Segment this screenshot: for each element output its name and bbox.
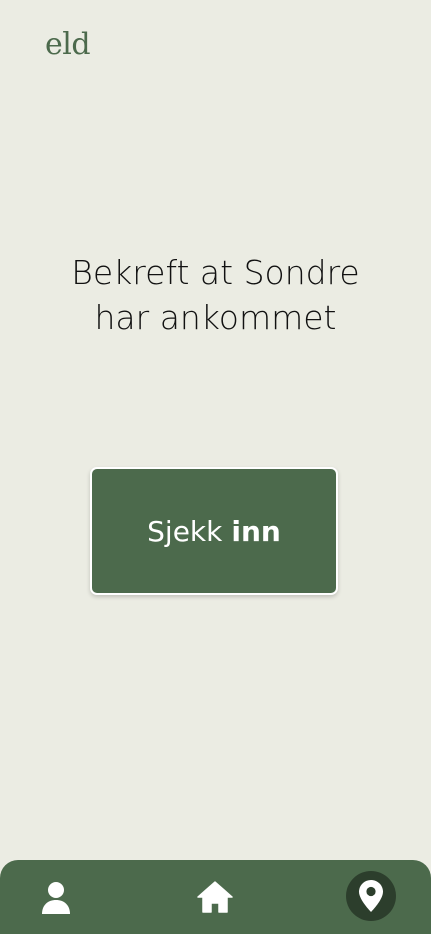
person-icon [42, 882, 70, 914]
bottom-navigation [0, 860, 431, 934]
location-pin-icon [359, 880, 383, 912]
headline-line-2: har ankommet [94, 298, 337, 337]
home-icon [197, 881, 233, 913]
check-in-button[interactable]: Sjekk inn [90, 467, 338, 595]
check-in-label-bold: inn [231, 514, 281, 548]
headline-line-1: Bekreft at Sondre [71, 253, 360, 292]
nav-home-button[interactable] [192, 874, 238, 920]
page-title: Bekreft at Sondre har ankommet [0, 250, 431, 340]
nav-location-button[interactable] [346, 871, 396, 921]
nav-profile-button[interactable] [34, 876, 78, 920]
app-logo: eld [45, 27, 91, 62]
check-in-label-regular: Sjekk [147, 514, 223, 548]
